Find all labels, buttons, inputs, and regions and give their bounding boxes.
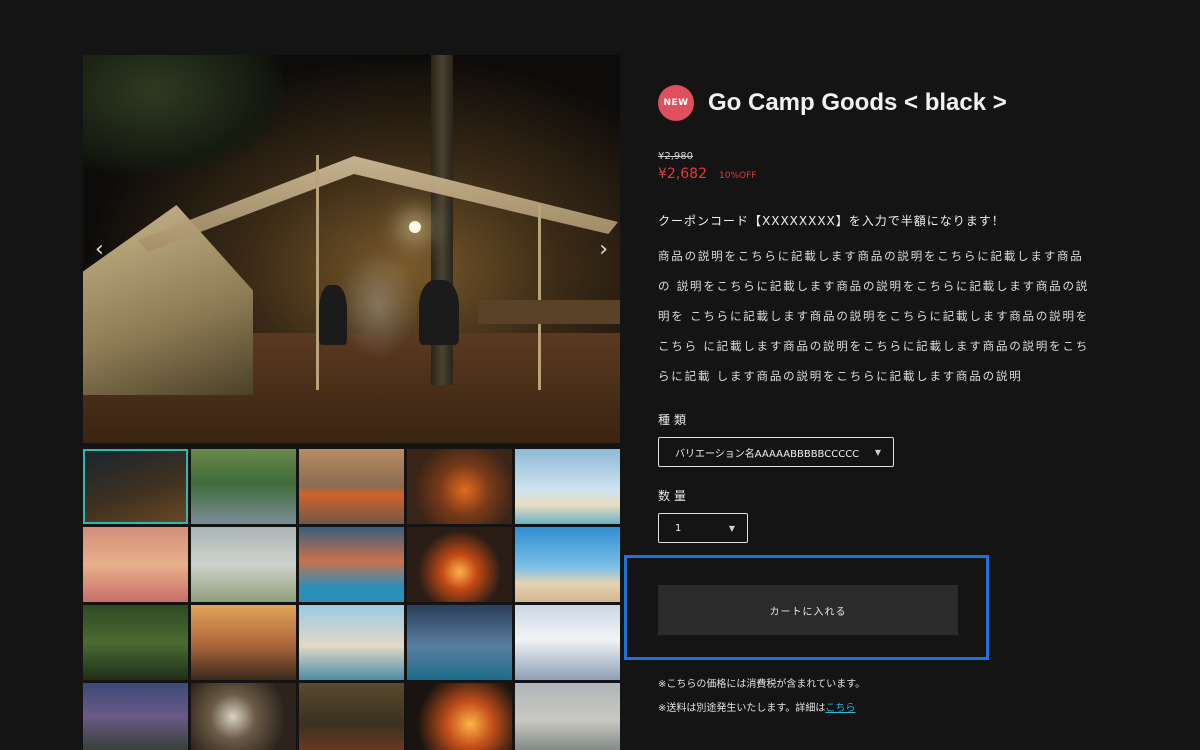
- quantity-value: 1: [675, 522, 682, 534]
- discount-label: 10%OFF: [719, 171, 757, 181]
- variant-select[interactable]: バリエーション名AAAAABBBBBCCCCC ▼: [658, 437, 894, 467]
- add-to-cart-button[interactable]: カートに入れる: [658, 585, 958, 635]
- product-title: Go Camp Goods < black >: [708, 89, 1007, 116]
- thumb-sunset-pier[interactable]: [83, 527, 188, 602]
- thumb-orange-van[interactable]: [299, 449, 404, 524]
- variant-value: バリエーション名AAAAABBBBBCCCCC: [675, 448, 860, 460]
- quantity-label: 数量: [658, 489, 691, 503]
- thumb-beach-swing[interactable]: [191, 527, 296, 602]
- quantity-select[interactable]: 1 ▼: [658, 513, 748, 543]
- thumbnail-grid: [83, 449, 620, 750]
- thumb-coffee-gear[interactable]: [191, 683, 296, 750]
- shipping-note: ※送料は別途発生いたします。詳細はこちら: [658, 699, 865, 723]
- smoke: [338, 250, 418, 360]
- next-arrow-icon[interactable]: ›: [599, 237, 608, 262]
- thumb-snow-mountains[interactable]: [515, 605, 620, 680]
- description-line: らに記載 します商品の説明をこちらに記載します商品の説明: [658, 369, 1023, 383]
- thumb-resort-pool[interactable]: [299, 527, 404, 602]
- chevron-down-icon: ▼: [874, 447, 881, 457]
- tax-note: ※こちらの価格には消費税が含まれています。: [658, 679, 866, 690]
- thumb-camp-night[interactable]: [83, 449, 188, 524]
- title-row: NEW Go Camp Goods < black >: [658, 85, 1128, 121]
- product-description: 商品の説明をこちらに記載します商品の説明をこちらに記載します商品 の 説明をこち…: [658, 241, 1113, 391]
- bench: [478, 300, 620, 324]
- variant-label: 種類: [658, 413, 691, 427]
- shipping-details-link[interactable]: こちら: [825, 703, 855, 714]
- thumb-beach-umbrella[interactable]: [515, 527, 620, 602]
- main-product-image: ‹ ›: [83, 55, 620, 443]
- notes: ※こちらの価格には消費税が含まれています。 ※送料は別途発生いたします。詳細はこ…: [658, 675, 865, 723]
- description-line: 明を こちらに記載します商品の説明をこちらに記載します商品の説明を: [658, 309, 1090, 323]
- description-line: 商品の説明をこちらに記載します商品の説明をこちらに記載します商品: [658, 249, 1084, 263]
- original-price: ¥2,980: [658, 151, 693, 162]
- description-line: の 説明をこちらに記載します商品の説明をこちらに記載します商品の説: [658, 279, 1090, 293]
- thumb-campfire[interactable]: [407, 527, 512, 602]
- product-info: NEW Go Camp Goods < black > ¥2,980 ¥2,68…: [658, 85, 1128, 543]
- product-gallery: ‹ ›: [83, 55, 620, 750]
- new-badge: NEW: [658, 85, 694, 121]
- chevron-down-icon: ▼: [728, 523, 735, 533]
- thumb-forest-grill[interactable]: [299, 683, 404, 750]
- description-line: こちら に記載します商品の説明をこちらに記載します商品の説明をこち: [658, 339, 1090, 353]
- thumb-jungle-laundry[interactable]: [83, 605, 188, 680]
- person: [419, 280, 459, 345]
- thumb-orange-cup[interactable]: [407, 449, 512, 524]
- thumb-marshmallow-fire[interactable]: [407, 683, 512, 750]
- thumb-beach-books[interactable]: [299, 605, 404, 680]
- thumb-water-villa[interactable]: [407, 605, 512, 680]
- tarp-pole: [538, 205, 541, 390]
- shipping-note-text: ※送料は別途発生いたします。詳細は: [658, 703, 826, 714]
- tarp-pole: [316, 155, 319, 390]
- person: [319, 285, 347, 345]
- thumb-lakeside-tents[interactable]: [191, 449, 296, 524]
- thumb-sunset-deck[interactable]: [191, 605, 296, 680]
- tree-foliage: [83, 55, 283, 175]
- thumb-palm-beach[interactable]: [515, 449, 620, 524]
- sale-price: ¥2,682: [658, 166, 707, 182]
- prev-arrow-icon[interactable]: ‹: [95, 237, 104, 262]
- coupon-text: クーポンコード【XXXXXXXX】を入力で半額になります！: [658, 214, 1005, 228]
- price-row: ¥2,682 10%OFF: [658, 166, 1128, 182]
- lantern: [409, 221, 421, 233]
- thumb-dusk-tent[interactable]: [83, 683, 188, 750]
- thumb-family-beach[interactable]: [515, 683, 620, 750]
